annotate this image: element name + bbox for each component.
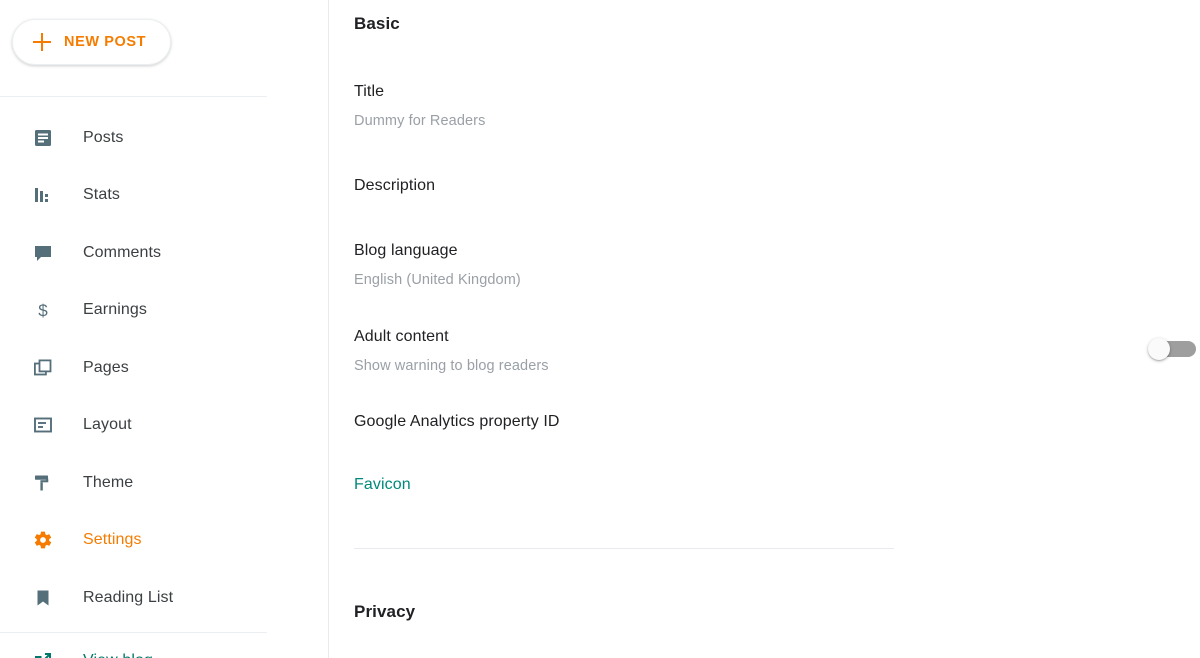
sidebar-item-view-blog[interactable]: View blog [0,633,328,658]
adult-content-toggle[interactable] [1148,338,1200,360]
sidebar-item-label: View blog [83,652,153,658]
toggle-thumb [1148,338,1170,360]
sidebar-item-posts[interactable]: Posts [0,109,328,167]
section-heading-basic: Basic [354,14,400,33]
external-link-icon [31,649,55,658]
setting-value: Dummy for Readers [354,113,486,129]
stats-icon [31,183,55,207]
section-heading-privacy: Privacy [354,602,416,621]
sidebar-item-label: Layout [83,416,132,434]
new-post-area: NEW POST [0,0,328,96]
setting-value: English (United Kingdom) [354,272,521,288]
setting-blog-language[interactable]: Blog language English (United Kingdom) [354,240,1200,290]
new-post-button[interactable]: NEW POST [12,19,172,65]
setting-google-analytics-id[interactable]: Google Analytics property ID [354,411,1200,441]
posts-icon [31,126,55,150]
gear-icon [31,528,55,552]
sidebar-item-reading-list[interactable]: Reading List [0,569,328,627]
dollar-icon: $ [31,298,55,322]
setting-label: Blog language [354,242,458,259]
sidebar-item-label: Posts [83,128,124,146]
sidebar-item-stats[interactable]: Stats [0,167,328,225]
sidebar-item-label: Theme [83,473,134,491]
plus-icon [33,33,51,51]
sidebar-item-label: Settings [83,531,142,549]
sidebar-nav: Posts Stats Comments $ Earnings Pages La… [0,97,328,658]
paint-roller-icon [31,471,55,495]
comments-icon [31,241,55,265]
setting-label: Google Analytics property ID [354,413,560,430]
setting-label: Title [354,83,385,100]
sidebar-item-settings[interactable]: Settings [0,512,328,570]
setting-description[interactable]: Description [354,175,1200,205]
setting-label-link[interactable]: Favicon [354,474,1140,496]
layout-icon [31,413,55,437]
sidebar-item-comments[interactable]: Comments [0,224,328,282]
setting-label: Adult content [354,328,449,345]
sidebar-item-theme[interactable]: Theme [0,454,328,512]
sidebar-item-label: Pages [83,358,129,376]
blogger-settings-page: NEW POST Posts Stats Comments $ Earnings… [0,0,1200,658]
sidebar-item-layout[interactable]: Layout [0,397,328,455]
sidebar-item-earnings[interactable]: $ Earnings [0,282,328,340]
sidebar-item-pages[interactable]: Pages [0,339,328,397]
section-divider [354,548,894,549]
sidebar: NEW POST Posts Stats Comments $ Earnings… [0,0,329,658]
pages-icon [31,356,55,380]
sidebar-item-label: Reading List [83,588,174,606]
settings-content: Basic Title Dummy for Readers Descriptio… [329,0,1200,658]
sidebar-item-label: Earnings [83,301,147,319]
new-post-label: NEW POST [64,34,147,50]
bookmark-icon [31,586,55,610]
setting-value: Show warning to blog readers [354,358,549,374]
setting-label: Description [354,177,436,194]
sidebar-item-label: Comments [83,243,162,261]
setting-title[interactable]: Title Dummy for Readers [354,81,1200,131]
sidebar-item-label: Stats [83,186,120,204]
setting-adult-content[interactable]: Adult content Show warning to blog reade… [354,326,1200,376]
svg-text:$: $ [38,301,48,320]
setting-favicon[interactable]: Favicon [354,474,1200,504]
